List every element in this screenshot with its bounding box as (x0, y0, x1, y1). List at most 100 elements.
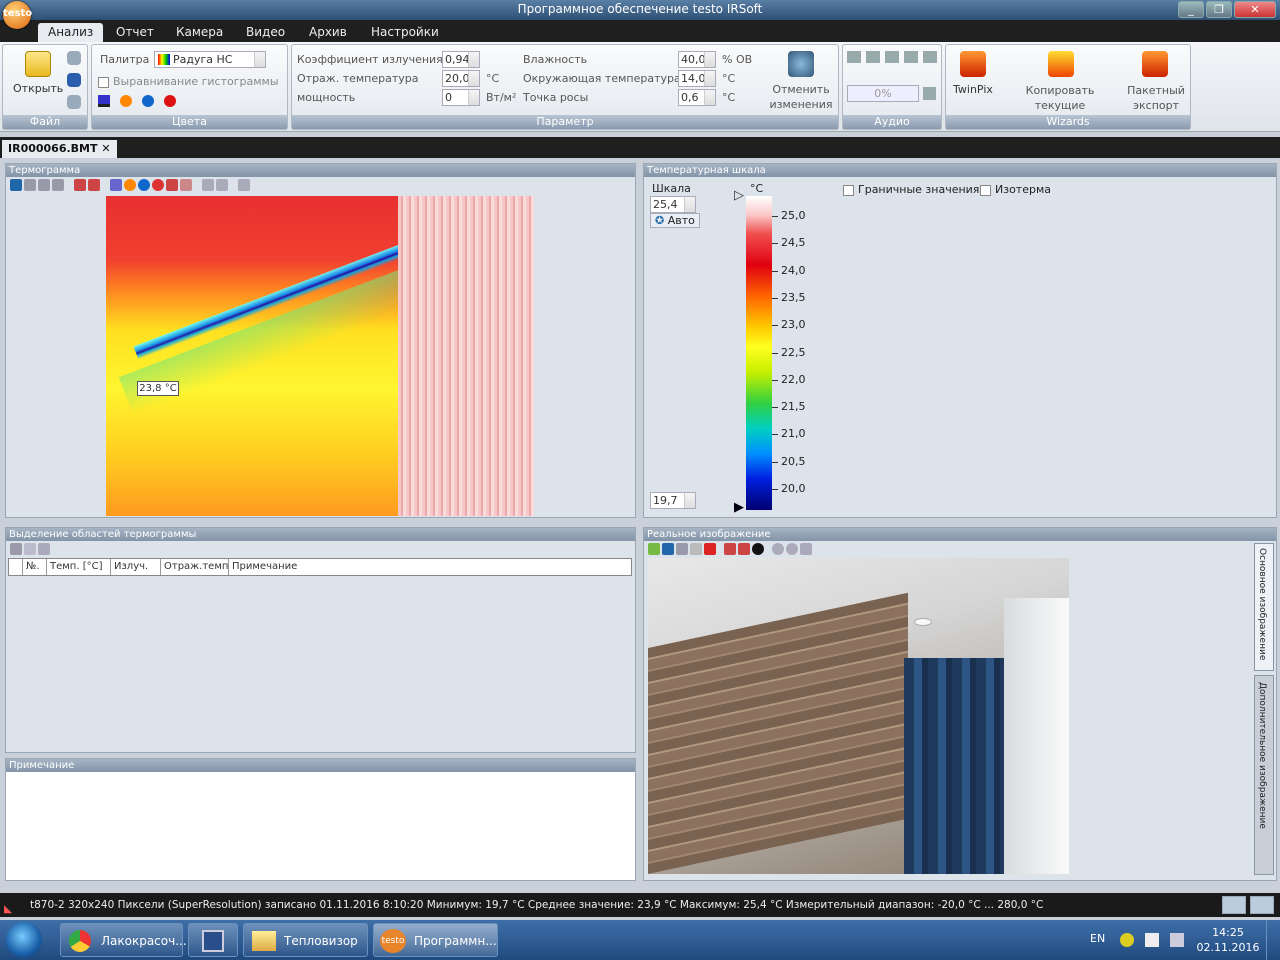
cold-spot-icon[interactable] (138, 179, 150, 191)
alarm-color-icon[interactable] (164, 95, 176, 107)
tab-analysis[interactable]: Анализ (38, 23, 104, 42)
save-icon[interactable] (67, 51, 81, 65)
play-icon[interactable] (866, 51, 880, 63)
batch-export-button[interactable]: Пакетный экспорт (1126, 83, 1186, 113)
window-icon[interactable] (52, 179, 64, 191)
language-indicator[interactable]: EN (1090, 932, 1105, 945)
layout-icon-2[interactable] (1250, 896, 1274, 914)
limits-check-icon[interactable] (843, 184, 854, 196)
delete-icon[interactable] (216, 179, 228, 191)
cold-color-icon[interactable] (142, 95, 154, 107)
note-textarea[interactable] (6, 772, 635, 878)
zoom-out-icon[interactable] (786, 543, 798, 555)
twinpix-icon[interactable] (960, 51, 986, 77)
hot-spot-icon[interactable] (124, 179, 136, 191)
testo-logo-icon[interactable]: testo (3, 1, 32, 29)
save-icon[interactable] (10, 543, 22, 555)
start-button[interactable] (6, 922, 42, 958)
min-marker-icon[interactable]: ▶ (734, 500, 744, 515)
refl-temp-input[interactable]: 20,0 (442, 70, 480, 87)
auto-button[interactable]: ✪ Авто (650, 213, 700, 228)
undo-button[interactable]: Отменить изменения (766, 82, 836, 112)
forward-icon[interactable] (923, 51, 937, 63)
taskbar-item-floppy[interactable] (188, 923, 238, 957)
clock[interactable]: 14:25 02.11.2016 (1196, 925, 1260, 955)
col-number[interactable]: №. (23, 559, 47, 575)
delete-icon[interactable] (704, 543, 716, 555)
show-desktop-button[interactable] (1266, 920, 1280, 960)
delete-icon[interactable] (38, 543, 50, 555)
batch-export-icon[interactable] (1142, 51, 1168, 77)
grid-icon[interactable] (202, 179, 214, 191)
histogram-icon[interactable] (166, 179, 178, 191)
close-button[interactable]: ✕ (1234, 1, 1276, 18)
save-as-icon[interactable] (67, 73, 81, 87)
col-temp[interactable]: Темп. [°C] (47, 559, 111, 575)
histogram-check-icon[interactable] (98, 76, 109, 88)
copy-icon[interactable] (24, 543, 36, 555)
minimize-button[interactable]: _ (1178, 1, 1204, 18)
undo-settings-icon[interactable] (788, 51, 814, 77)
region-icon[interactable] (724, 543, 736, 555)
stop-icon[interactable] (904, 51, 918, 63)
bar-icon[interactable] (110, 179, 122, 191)
col-note[interactable]: Примечание (229, 559, 631, 575)
taskbar-item-irsoft[interactable]: testo Программн... (373, 923, 498, 957)
save-icon[interactable] (10, 179, 22, 191)
isotherm-color-icon[interactable] (98, 95, 110, 107)
copy-icon[interactable] (24, 179, 36, 191)
copy-settings-icon[interactable] (1048, 51, 1074, 77)
side-tab-extra[interactable]: Дополнительное изображение (1254, 675, 1274, 875)
max-marker-icon[interactable]: ▷ (734, 188, 744, 203)
fit-icon[interactable] (800, 543, 812, 555)
humidity-input[interactable]: 40,0 (678, 51, 716, 68)
hot-color-icon[interactable] (120, 95, 132, 107)
table-icon[interactable] (238, 179, 250, 191)
isotherm-checkbox[interactable]: Изотерма (980, 183, 1051, 196)
ambient-input[interactable]: 14,0 (678, 70, 716, 87)
tray-icon-1[interactable] (1120, 933, 1134, 947)
tab-report[interactable]: Отчет (106, 23, 164, 42)
scale-max-input[interactable]: 25,4 (650, 196, 696, 213)
paste-icon[interactable] (690, 543, 702, 555)
save-all-icon[interactable] (67, 95, 81, 109)
tray-icon-2[interactable] (1145, 933, 1159, 947)
close-tab-icon[interactable]: ✕ (101, 142, 110, 155)
save-icon[interactable] (662, 543, 674, 555)
histogram-checkbox[interactable]: Выравнивание гистограммы (98, 75, 279, 88)
side-tab-main[interactable]: Основное изображение (1254, 543, 1274, 671)
col-emissivity[interactable]: Излуч. (111, 559, 161, 575)
audio-save-icon[interactable] (923, 87, 936, 100)
tab-camera[interactable]: Камера (166, 23, 233, 42)
open-icon[interactable] (648, 543, 660, 555)
tab-video[interactable]: Видео (236, 23, 295, 42)
real-photo[interactable] (648, 558, 1069, 874)
rect-icon[interactable] (738, 543, 750, 555)
taskbar-item-folder[interactable]: Тепловизор (243, 923, 368, 957)
isotherm-check-icon[interactable] (980, 184, 991, 196)
layout-icon-1[interactable] (1222, 896, 1246, 914)
limits-checkbox[interactable]: Граничные значения (843, 183, 979, 196)
tab-archive[interactable]: Архив (299, 23, 357, 42)
maximize-button[interactable]: ❐ (1206, 1, 1232, 18)
region-icon[interactable] (74, 179, 86, 191)
pause-icon[interactable] (885, 51, 899, 63)
tab-settings[interactable]: Настройки (361, 23, 449, 42)
profile-icon[interactable] (180, 179, 192, 191)
measure-point-label[interactable]: 23,8 °C (137, 381, 179, 396)
dew-input[interactable]: 0,6 (678, 89, 716, 106)
palette-select[interactable]: Радуга HC (154, 51, 266, 68)
print-icon[interactable] (38, 179, 50, 191)
document-tab[interactable]: IR000066.BMT ✕ (2, 140, 117, 158)
emissivity-input[interactable]: 0,94 (442, 51, 480, 68)
twinpix-button[interactable]: TwinPix (953, 83, 993, 96)
network-icon[interactable] (1170, 933, 1184, 947)
scale-min-input[interactable]: 19,7 (650, 492, 696, 509)
col-refl-temp[interactable]: Отраж.темп (161, 559, 229, 575)
contrast-icon[interactable] (752, 543, 764, 555)
power-input[interactable]: 0 (442, 89, 480, 106)
taskbar-item-browser[interactable]: Лакокрасоч... (60, 923, 187, 957)
open-button[interactable]: Открыть (13, 82, 63, 95)
rect-icon[interactable] (88, 179, 100, 191)
open-folder-icon[interactable] (25, 51, 51, 77)
